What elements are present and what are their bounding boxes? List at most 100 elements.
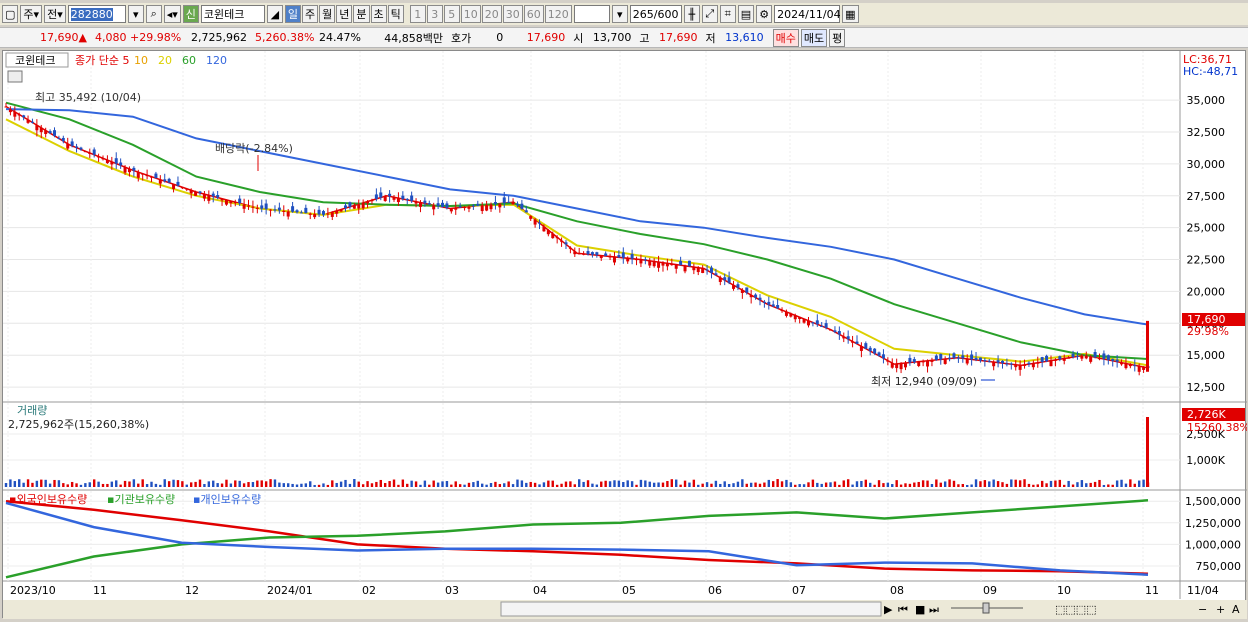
interval-input[interactable]: [573, 5, 610, 23]
candle-body: [952, 353, 956, 359]
axis-right-date: 11/04: [1187, 584, 1219, 597]
volume-bar: [273, 479, 277, 487]
candle-type-icon[interactable]: ╫: [683, 5, 700, 23]
zoom-in-icon[interactable]: +: [1216, 603, 1225, 616]
candle-body: [269, 209, 273, 211]
candle-body: [75, 146, 79, 148]
candle-body: [396, 198, 400, 203]
type-select[interactable]: 주 ▾: [20, 5, 43, 23]
interval-tab-3[interactable]: 3: [426, 5, 443, 23]
font-size-icon[interactable]: A: [1232, 603, 1240, 616]
candle-body: [458, 206, 462, 208]
period-tab-2[interactable]: 월: [319, 5, 336, 23]
volume-bar: [701, 483, 704, 487]
period-tab-3[interactable]: 년: [336, 5, 353, 23]
gear-icon[interactable]: ⚙: [756, 5, 773, 23]
candle-body: [1115, 359, 1119, 362]
stock-code-input[interactable]: 282880: [67, 5, 126, 23]
calendar-icon[interactable]: ▦: [842, 5, 859, 23]
holding-tick-label: 1,250,000: [1185, 517, 1241, 530]
zoom-icons[interactable]: ⬚⬚⬚⬚: [1055, 603, 1097, 616]
table-icon[interactable]: [7, 70, 23, 83]
volume-bar: [758, 483, 762, 487]
search-icon[interactable]: ⌕: [145, 5, 162, 23]
candle-body: [335, 210, 339, 214]
interval-tab-1[interactable]: 1: [409, 5, 426, 23]
new-badge: 신: [182, 5, 199, 23]
window-icon[interactable]: ▢: [2, 5, 19, 23]
volume-bar: [176, 480, 180, 487]
code-dropdown-icon[interactable]: ▾: [127, 5, 144, 23]
interval-tab-30[interactable]: 30: [502, 5, 523, 23]
stock-name: 코윈테크: [200, 5, 265, 23]
zoom-out-icon[interactable]: −: [1198, 603, 1207, 616]
name-expand-icon[interactable]: ◢: [266, 5, 283, 23]
period-tab-6[interactable]: 틱: [387, 5, 404, 23]
period-tab-5[interactable]: 초: [370, 5, 387, 23]
scroll-track[interactable]: [500, 601, 882, 617]
interval-tab-120[interactable]: 120: [544, 5, 572, 23]
candle-body: [789, 313, 793, 317]
speaker-icon[interactable]: ◂▾: [163, 5, 181, 23]
candle-body: [811, 322, 815, 324]
volume-bar: [445, 481, 449, 487]
count-total: /600: [653, 7, 679, 21]
interval-tab-5[interactable]: 5: [443, 5, 460, 23]
eval-button[interactable]: 평: [829, 28, 846, 47]
chart-canvas[interactable]: 35,000 32,500 30,000 27,500 25,000 22,500 20,0…: [3, 51, 1248, 619]
volume-bar: [1115, 480, 1119, 487]
exchange-select[interactable]: 전 ▾: [44, 5, 66, 23]
candle-body: [956, 357, 960, 359]
period-tab-0[interactable]: 일: [284, 5, 302, 23]
holding-legend-item: ▪외국인보유수량: [9, 493, 87, 506]
volume-bar: [772, 481, 775, 487]
interval-tab-10[interactable]: 10: [460, 5, 481, 23]
low-price: 13,610: [725, 31, 764, 44]
time-tick-label: 03: [445, 584, 459, 597]
candle-body: [110, 161, 114, 165]
volume-bar: [137, 483, 140, 487]
volume-bar: [600, 481, 603, 487]
candle-body: [101, 158, 105, 160]
interval-tab-20[interactable]: 20: [481, 5, 502, 23]
candle-body: [881, 354, 885, 359]
date-input[interactable]: 2024/11/04: [774, 5, 841, 23]
candle-body: [207, 195, 211, 201]
candle-body: [158, 179, 162, 184]
candle-body: [780, 310, 784, 312]
volume-bar: [1089, 482, 1092, 487]
candle-body: [493, 202, 497, 204]
stop-icon[interactable]: ■: [915, 603, 925, 616]
volume-bar: [555, 484, 559, 487]
zoom-slider-thumb[interactable]: [982, 602, 990, 614]
volume-bar: [780, 481, 784, 487]
volume-bar: [1036, 484, 1039, 487]
interval-dropdown-icon[interactable]: ▾: [611, 5, 628, 23]
indicator-icon[interactable]: ⌗: [719, 5, 736, 23]
candle-body: [934, 355, 938, 360]
period-tab-1[interactable]: 주: [302, 5, 319, 23]
candle-body: [414, 201, 418, 204]
buy-button[interactable]: 매수: [772, 28, 799, 47]
last-page-icon[interactable]: ⏭: [929, 603, 939, 616]
volume-bar: [489, 483, 493, 487]
first-page-icon[interactable]: ⏮: [898, 603, 908, 616]
volume-bar: [948, 479, 951, 487]
candle-body: [568, 247, 572, 249]
volume-bar: [864, 479, 868, 487]
volume-panel-title: 거래량: [17, 404, 47, 417]
save-icon[interactable]: ▤: [737, 5, 755, 23]
chart-area[interactable]: 35,000 32,500 30,000 27,500 25,000 22,500 20,0…: [2, 50, 1248, 619]
candle-body: [661, 262, 665, 266]
candle-body: [502, 197, 506, 204]
scroll-right-icon[interactable]: ▶: [884, 603, 893, 616]
candle-body: [643, 259, 647, 261]
candle-body: [388, 193, 392, 197]
interval-tab-60[interactable]: 60: [523, 5, 544, 23]
sell-button[interactable]: 매도: [800, 28, 828, 47]
volume-bar: [520, 480, 524, 487]
period-tab-4[interactable]: 분: [353, 5, 370, 23]
candle-body: [767, 301, 771, 305]
count-input[interactable]: 265/600: [629, 5, 682, 23]
draw-tool-icon[interactable]: ⤢: [701, 5, 718, 23]
